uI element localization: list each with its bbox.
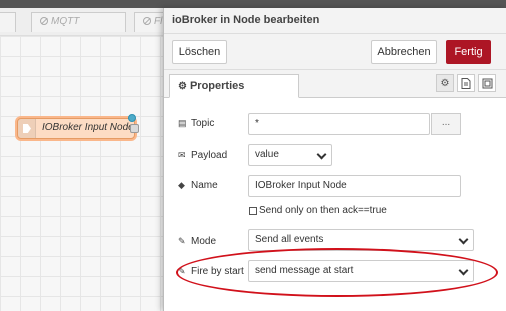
- topic-browse-button[interactable]: ...: [431, 113, 461, 135]
- wrench-icon: ✎: [178, 266, 186, 276]
- done-button[interactable]: Fertig: [446, 40, 491, 64]
- flow-canvas[interactable]: IOBroker Input Node: [0, 36, 170, 311]
- disabled-icon: [40, 17, 48, 25]
- topic-input[interactable]: *: [248, 113, 430, 135]
- node-label: IOBroker Input Node: [42, 122, 134, 133]
- chevron-down-icon: [316, 149, 327, 160]
- top-bar: [0, 0, 506, 8]
- envelope-icon: ✉: [178, 150, 186, 160]
- fire-by-start-label: ✎ Fire by start: [178, 266, 244, 277]
- ack-checkbox[interactable]: [249, 207, 257, 215]
- frame-icon: [482, 78, 492, 88]
- workspace-tab-mqtt[interactable]: MQTT: [31, 12, 126, 32]
- tab-description-icon[interactable]: [457, 74, 475, 92]
- cancel-button[interactable]: Abbrechen: [371, 40, 437, 64]
- tray-toolbar: Löschen Abbrechen Fertig: [164, 34, 506, 70]
- ack-checkbox-label: Send only on then ack==true: [259, 205, 387, 216]
- iobroker-input-node[interactable]: IOBroker Input Node: [17, 114, 139, 139]
- tray-tabs: ⚙ Properties ⚙: [164, 70, 506, 98]
- gear-icon: ⚙: [178, 81, 187, 92]
- mode-select[interactable]: Send all events: [248, 229, 474, 251]
- tag-icon: ◆: [178, 180, 185, 190]
- workspace-tabs: MQTT Fl: [0, 8, 174, 36]
- tasks-icon: ▤: [178, 118, 187, 128]
- payload-select[interactable]: value: [248, 144, 332, 166]
- fire-by-start-select[interactable]: send message at start: [248, 260, 474, 282]
- delete-button[interactable]: Löschen: [172, 40, 227, 64]
- name-label: ◆ Name: [178, 180, 218, 191]
- output-port[interactable]: [130, 124, 139, 133]
- node-icon: [18, 119, 36, 138]
- mode-label: ✎ Mode: [178, 236, 217, 247]
- file-icon: [461, 77, 471, 89]
- chevron-down-icon: [458, 234, 469, 245]
- chevron-down-icon: [458, 265, 469, 276]
- changed-indicator: [128, 114, 136, 122]
- disabled-icon: [143, 17, 151, 25]
- tray-title: ioBroker in Node bearbeiten: [164, 8, 506, 34]
- tab-appearance-icon[interactable]: [478, 74, 496, 92]
- name-input[interactable]: IOBroker Input Node: [248, 175, 461, 197]
- tab-properties[interactable]: ⚙ Properties: [169, 74, 299, 98]
- side-tabs: ⚙: [436, 74, 496, 92]
- workspace-tab[interactable]: [0, 12, 16, 32]
- topic-label: ▤ Topic: [178, 118, 215, 129]
- payload-label: ✉ Payload: [178, 150, 228, 161]
- tab-settings-icon[interactable]: ⚙: [436, 74, 454, 92]
- wrench-icon: ✎: [178, 236, 186, 246]
- gear-icon: ⚙: [440, 77, 450, 89]
